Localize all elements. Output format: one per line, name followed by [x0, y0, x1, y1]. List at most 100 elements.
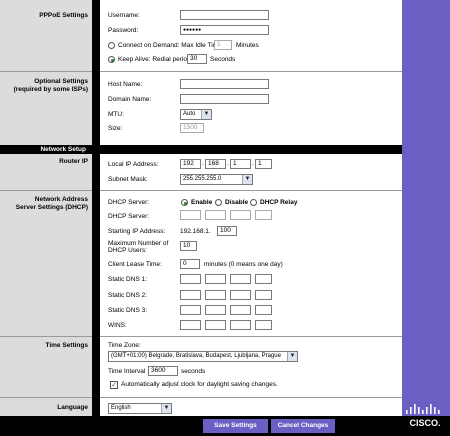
optional-section-subtitle: (required by some ISPs) — [13, 86, 88, 93]
dns3-octet-2[interactable] — [205, 305, 226, 315]
language-value: English — [111, 405, 131, 411]
divider-left — [0, 71, 92, 72]
time-interval-input[interactable]: 3600 — [148, 366, 178, 376]
time-zone-value: (GMT+01:00) Belgrade, Bratislava, Budape… — [111, 353, 281, 359]
divider — [100, 190, 402, 191]
time-interval-suffix: seconds — [181, 368, 206, 375]
right-accent-panel — [402, 0, 450, 436]
subnet-mask-select[interactable]: 255.255.255.0 ▼ — [180, 174, 253, 185]
mtu-label: MTU: — [108, 111, 124, 118]
wins-octet-3[interactable] — [230, 320, 251, 330]
host-name-input[interactable] — [180, 79, 269, 89]
dns2-octet-1[interactable] — [180, 290, 201, 300]
save-settings-button[interactable]: Save Settings — [203, 419, 268, 433]
local-ip-octet-4[interactable]: 1 — [255, 159, 272, 169]
divider — [100, 336, 402, 337]
dns2-octet-2[interactable] — [205, 290, 226, 300]
size-label: Size: — [108, 125, 123, 132]
router-ip-title: Router IP — [59, 158, 88, 165]
vertical-divider — [92, 0, 100, 436]
mtu-select[interactable]: Auto ▼ — [180, 109, 212, 120]
local-ip-octet-1[interactable]: 192 — [180, 159, 201, 169]
dhcp-relay-radio[interactable] — [250, 199, 257, 206]
minutes-label: Minutes — [236, 42, 259, 49]
wins-octet-2[interactable] — [205, 320, 226, 330]
host-name-label: Host Name: — [108, 81, 143, 88]
local-ip-octet-3[interactable]: 1 — [230, 159, 251, 169]
dns2-octet-3[interactable] — [230, 290, 251, 300]
time-interval-label: Time Interval : — [108, 368, 149, 375]
dhcp-disable-radio[interactable] — [215, 199, 222, 206]
username-input[interactable] — [180, 10, 269, 20]
language-select[interactable]: English ▼ — [108, 403, 172, 414]
dns1-octet-4[interactable] — [255, 274, 272, 284]
cisco-logo: CISCO. — [406, 404, 441, 428]
starting-ip-prefix: 192.168.1. — [180, 228, 211, 235]
dns2-label: Static DNS 2: — [108, 292, 148, 299]
max-users-input[interactable]: 10 — [180, 241, 197, 251]
redial-period-input[interactable]: 30 — [187, 54, 207, 64]
dhcp-relay-octet-3[interactable] — [230, 210, 251, 220]
dhcp-enable-label: Enable — [191, 199, 213, 206]
dhcp-relay-server-label: DHCP Server: — [108, 213, 150, 220]
lease-time-suffix: minutes (0 means one day) — [204, 261, 283, 268]
dhcp-section-subtitle: Server Settings (DHCP) — [15, 204, 88, 211]
dhcp-relay-octet-2[interactable] — [205, 210, 226, 220]
username-label: Username: — [108, 12, 140, 19]
dns2-octet-4[interactable] — [255, 290, 272, 300]
local-ip-label: Local IP Address: — [108, 161, 159, 168]
dhcp-server-label: DHCP Server: — [108, 199, 150, 206]
starting-ip-input[interactable]: 100 — [217, 226, 237, 236]
wins-octet-4[interactable] — [255, 320, 272, 330]
domain-name-input[interactable] — [180, 94, 269, 104]
password-input[interactable]: ●●●●●● — [180, 25, 269, 35]
password-label: Password: — [108, 27, 139, 34]
time-zone-select[interactable]: (GMT+01:00) Belgrade, Bratislava, Budape… — [108, 351, 298, 362]
divider — [100, 397, 402, 398]
dot-separator: . — [202, 161, 204, 167]
dns3-octet-1[interactable] — [180, 305, 201, 315]
cisco-wordmark: CISCO. — [409, 418, 440, 428]
divider-left — [0, 336, 92, 337]
connect-on-demand-radio[interactable] — [108, 42, 115, 49]
chevron-down-icon: ▼ — [201, 110, 211, 119]
local-ip-octet-2[interactable]: 168 — [205, 159, 226, 169]
optional-section-title: Optional Settings — [34, 78, 88, 85]
keep-alive-radio[interactable] — [108, 56, 115, 63]
subnet-mask-value: 255.255.255.0 — [183, 176, 222, 182]
subnet-mask-label: Subnet Mask: — [108, 176, 148, 183]
max-users-label-2: DHCP Users: — [108, 247, 147, 254]
starting-ip-label: Starting IP Address: — [108, 228, 166, 235]
dhcp-relay-octet-4[interactable] — [255, 210, 272, 220]
wins-octet-1[interactable] — [180, 320, 201, 330]
dot-separator: . — [227, 161, 229, 167]
network-setup-bar — [100, 145, 402, 154]
lease-time-input[interactable]: 0 — [180, 259, 200, 269]
mtu-value: Auto — [183, 111, 196, 117]
dot-separator: . — [252, 161, 254, 167]
max-idle-input[interactable]: 1 — [214, 40, 232, 50]
dns3-label: Static DNS 3: — [108, 307, 148, 314]
dns1-octet-2[interactable] — [205, 274, 226, 284]
dns1-octet-1[interactable] — [180, 274, 201, 284]
chevron-down-icon: ▼ — [287, 352, 297, 361]
daylight-saving-label: Automatically adjust clock for daylight … — [121, 381, 278, 388]
dhcp-relay-octet-1[interactable] — [180, 210, 201, 220]
time-section-title: Time Settings — [45, 342, 88, 349]
divider — [100, 71, 402, 72]
dhcp-enable-radio[interactable] — [181, 199, 188, 206]
connect-on-demand-label: Connect on Demand: Max Idle Time — [118, 42, 222, 49]
pppoe-section-title: PPPoE Settings — [39, 12, 88, 19]
keep-alive-label: Keep Alive: Redial period — [118, 56, 191, 63]
dns1-octet-3[interactable] — [230, 274, 251, 284]
time-zone-label: Time Zone: — [108, 342, 141, 349]
cancel-changes-button[interactable]: Cancel Changes — [271, 419, 335, 433]
dns3-octet-3[interactable] — [230, 305, 251, 315]
size-input[interactable]: 1500 — [180, 123, 204, 133]
wins-label: WINS: — [108, 322, 127, 329]
language-section-title: Language — [57, 404, 88, 411]
dhcp-disable-label: Disable — [225, 199, 249, 206]
dns3-octet-4[interactable] — [255, 305, 272, 315]
daylight-saving-checkbox[interactable]: ✓ — [110, 381, 118, 389]
divider-left — [0, 397, 92, 398]
